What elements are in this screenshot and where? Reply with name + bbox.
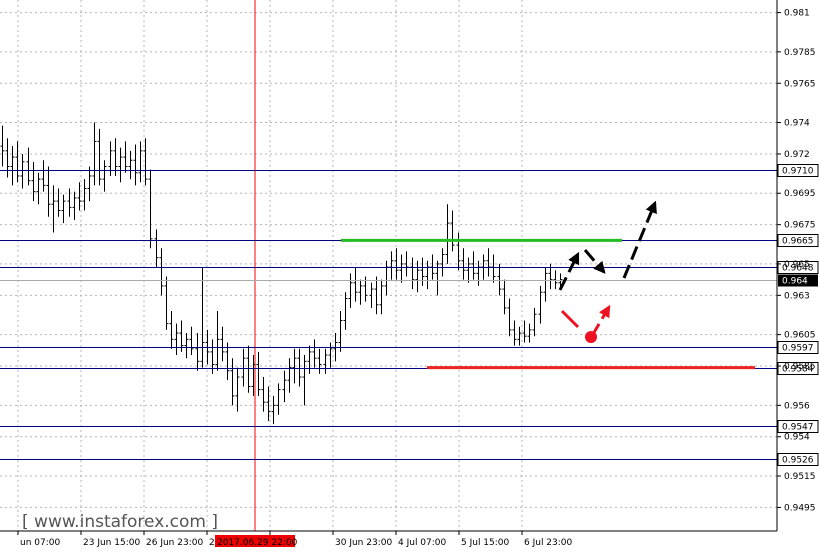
y-tick-label: 0.9495 (784, 503, 816, 513)
y-tick-label: 0.9585 (784, 362, 816, 372)
x-tick-label: 30 Jun 23:00 (335, 538, 392, 548)
level-label: 0.9526 (782, 456, 814, 466)
y-tick-label: 0.974 (784, 119, 810, 129)
x-tick-label: 2017.06.29 22:00 (217, 538, 298, 548)
y-tick-label: 0.9785 (784, 48, 816, 58)
y-tick-label: 0.9515 (784, 472, 816, 482)
y-tick-label: 0.9695 (784, 189, 816, 199)
y-tick-label: 0.956 (784, 401, 810, 411)
watermark: [ www.instaforex.com ] (22, 512, 218, 532)
price-chart: 0.97100.96650.96480.95970.95840.95470.95… (0, 0, 819, 554)
x-tick-label: 26 Jun 23:00 (146, 538, 203, 548)
y-tick-label: 0.9605 (784, 331, 816, 341)
level-label: 0.9710 (782, 167, 814, 177)
level-label: 0.9665 (782, 237, 814, 247)
y-tick-label: 0.972 (784, 150, 810, 160)
level-label: 0.9547 (782, 423, 814, 433)
y-tick-label: 0.954 (784, 433, 810, 443)
alt-pivot-dot (585, 331, 597, 343)
y-tick-label: 0.9675 (784, 221, 816, 231)
y-tick-label: 0.963 (784, 291, 810, 301)
y-tick-label: 0.965 (784, 260, 810, 270)
watermark-text: [ www.instaforex.com ] (22, 512, 218, 532)
current-price-label: 0.964 (782, 277, 808, 287)
x-tick-label: 4 Jul 07:00 (398, 538, 447, 548)
x-tick-label: un 07:00 (20, 538, 60, 548)
y-tick-label: 0.981 (784, 9, 810, 19)
y-tick-label: 0.9765 (784, 79, 816, 89)
level-label: 0.9597 (782, 344, 814, 354)
x-tick-label: 23 Jun 15:00 (83, 538, 140, 548)
x-tick-label: 6 Jul 23:00 (524, 538, 573, 548)
x-tick-label: 5 Jul 15:00 (461, 538, 510, 548)
